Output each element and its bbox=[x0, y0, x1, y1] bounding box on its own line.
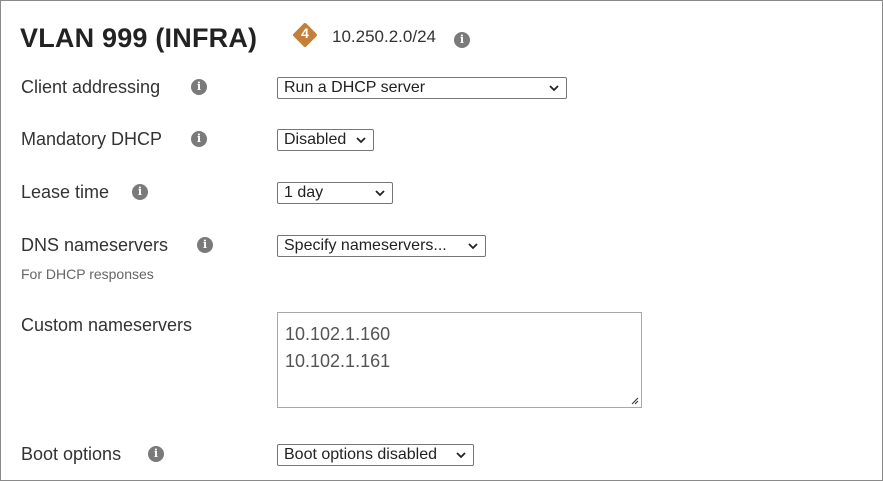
client-addressing-info-icon[interactable]: i bbox=[191, 79, 207, 95]
custom-nameservers-label: Custom nameservers bbox=[21, 315, 193, 335]
dns-nameservers-sublabel: For DHCP responses bbox=[21, 266, 154, 282]
chevron-down-icon bbox=[375, 190, 385, 197]
badge-count: 4 bbox=[301, 25, 309, 41]
lease-time-value: 1 day bbox=[284, 184, 324, 201]
client-addressing-label: Client addressing bbox=[21, 77, 161, 97]
mandatory-dhcp-select[interactable]: Disabled bbox=[277, 129, 374, 151]
client-addressing-select[interactable]: Run a DHCP server bbox=[277, 77, 567, 99]
dns-nameservers-value: Specify nameservers... bbox=[284, 237, 447, 254]
chevron-down-icon bbox=[549, 85, 559, 92]
resize-handle-icon[interactable] bbox=[630, 396, 639, 405]
subnet-text: 10.250.2.0/24 bbox=[332, 27, 436, 46]
boot-options-value: Boot options disabled bbox=[284, 446, 437, 463]
dns-nameservers-select[interactable]: Specify nameservers... bbox=[277, 235, 486, 257]
boot-options-select[interactable]: Boot options disabled bbox=[277, 444, 474, 466]
dhcp-settings-panel: VLAN 999 (INFRA) 4 10.250.2.0/24 i Clien… bbox=[0, 0, 883, 481]
mandatory-dhcp-info-icon[interactable]: i bbox=[191, 131, 207, 147]
dns-nameservers-label: DNS nameservers bbox=[21, 235, 169, 255]
chevron-down-icon bbox=[468, 243, 478, 250]
chevron-down-icon bbox=[356, 137, 366, 144]
vlan-badge: 4 bbox=[292, 22, 318, 48]
boot-options-info-icon[interactable]: i bbox=[148, 446, 164, 462]
lease-time-label: Lease time bbox=[21, 182, 110, 202]
custom-nameservers-textarea[interactable]: 10.102.1.160 10.102.1.161 bbox=[277, 312, 642, 408]
dns-nameservers-info-icon[interactable]: i bbox=[197, 237, 213, 253]
page-title: VLAN 999 (INFRA) bbox=[20, 23, 258, 53]
nameserver-line: 10.102.1.161 bbox=[285, 351, 391, 371]
mandatory-dhcp-value: Disabled bbox=[284, 131, 347, 148]
nameserver-line: 10.102.1.160 bbox=[285, 324, 391, 344]
mandatory-dhcp-label: Mandatory DHCP bbox=[21, 129, 163, 149]
client-addressing-value: Run a DHCP server bbox=[284, 79, 426, 96]
lease-time-select[interactable]: 1 day bbox=[277, 182, 393, 204]
boot-options-label: Boot options bbox=[21, 444, 122, 464]
lease-time-info-icon[interactable]: i bbox=[132, 184, 148, 200]
subnet-info-icon[interactable]: i bbox=[454, 32, 470, 48]
chevron-down-icon bbox=[456, 452, 466, 459]
